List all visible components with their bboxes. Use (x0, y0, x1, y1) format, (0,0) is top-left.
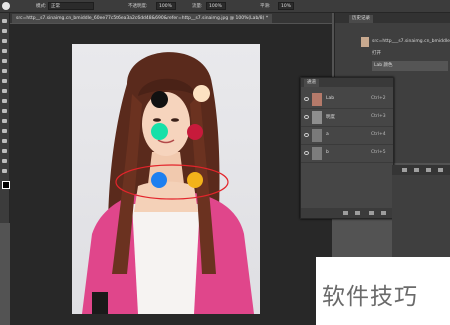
history-item-lab-color[interactable]: Lab 颜色 (372, 61, 448, 71)
history-brush-tool-icon[interactable] (2, 109, 7, 113)
delete-channel-icon[interactable] (381, 211, 386, 215)
mode-label: 模式: (36, 4, 47, 9)
brush-tool-icon[interactable] (2, 2, 10, 10)
stamp-tool-icon[interactable] (2, 99, 7, 103)
eyedropper-tool-icon[interactable] (2, 69, 7, 73)
history-item-open[interactable]: 打开 (372, 49, 381, 59)
marquee-tool-icon[interactable] (2, 29, 7, 33)
load-selection-icon[interactable] (343, 211, 348, 215)
document-tab[interactable]: src=http__s7.sinaimg.cn_bmiddle_60ee77c5… (12, 14, 273, 23)
channel-row-lab[interactable]: Lab Ctrl+2 (301, 91, 393, 109)
flow-label: 流量: (192, 4, 203, 9)
channel-shortcut: Ctrl+3 (371, 114, 386, 119)
eraser-tool-icon[interactable] (2, 119, 7, 123)
opacity-label: 不透明度: (128, 4, 148, 9)
channel-row-b[interactable]: b Ctrl+5 (301, 145, 393, 163)
visibility-eye-icon[interactable] (304, 97, 309, 101)
channel-shortcut: Ctrl+4 (371, 132, 386, 137)
flow-field[interactable]: 100% (206, 2, 226, 10)
channel-shortcut: Ctrl+2 (371, 96, 386, 101)
blur-tool-icon[interactable] (2, 139, 7, 143)
gradient-tool-icon[interactable] (2, 129, 7, 133)
crop-tool-icon[interactable] (2, 59, 7, 63)
lasso-tool-icon[interactable] (2, 39, 7, 43)
link-layers-icon[interactable] (402, 168, 407, 172)
history-snapshot-label[interactable]: src=http___s7.sinaimg.cn_bmiddle (372, 37, 450, 47)
new-group-icon[interactable] (414, 168, 419, 172)
channels-panel-title[interactable]: 通道 (304, 79, 319, 87)
channel-name: Lab (326, 96, 335, 101)
history-panel-title[interactable]: 历史记录 (349, 15, 373, 23)
visibility-eye-icon[interactable] (304, 151, 309, 155)
channel-row-a[interactable]: a Ctrl+4 (301, 127, 393, 145)
channel-shortcut: Ctrl+5 (371, 150, 386, 155)
channel-row-lightness[interactable]: 明度 Ctrl+3 (301, 109, 393, 127)
new-layer-icon[interactable] (426, 168, 431, 172)
healing-tool-icon[interactable] (2, 79, 7, 83)
foreground-color-swatch[interactable] (2, 181, 10, 189)
quick-select-tool-icon[interactable] (2, 49, 7, 53)
channels-panel: 通道 Lab Ctrl+2 明度 Ctrl+3 a Ctrl+4 b Ctrl+… (300, 77, 394, 219)
opacity-field[interactable]: 100% (156, 2, 176, 10)
document-photo[interactable] (72, 44, 260, 314)
toolbox (0, 13, 10, 223)
channel-thumbnail (312, 129, 322, 142)
visibility-eye-icon[interactable] (304, 115, 309, 119)
channel-name: a (326, 132, 329, 137)
layers-panel-toolbar (392, 165, 450, 175)
options-bar: 模式: 正常 不透明度: 100% 流量: 100% 平滑: 10% (0, 0, 450, 13)
channel-name: 明度 (326, 115, 335, 120)
watermark-box: 软件技巧 (316, 257, 450, 325)
red-ellipse-annotation (115, 164, 229, 200)
watermark-text: 软件技巧 (322, 284, 418, 310)
smooth-field[interactable]: 10% (278, 2, 294, 10)
history-panel-header: 历史记录 (335, 13, 450, 23)
channel-thumbnail (312, 147, 322, 160)
channels-panel-header: 通道 (301, 78, 393, 87)
save-selection-icon[interactable] (355, 211, 360, 215)
delete-layer-icon[interactable] (438, 168, 443, 172)
new-channel-icon[interactable] (369, 211, 374, 215)
document-tab-bar: src=http__s7.sinaimg.cn_bmiddle_60ee77c5… (10, 13, 332, 23)
channel-name: b (326, 150, 329, 155)
channel-thumbnail (312, 111, 322, 124)
channel-thumbnail (312, 93, 322, 106)
mode-select[interactable]: 正常 (48, 2, 94, 10)
move-tool-icon[interactable] (2, 19, 7, 23)
text-tool-icon[interactable] (2, 169, 7, 173)
brush-tool-icon[interactable] (2, 89, 7, 93)
history-snapshot-thumbnail (361, 37, 369, 47)
channels-panel-footer (301, 208, 393, 218)
pen-tool-icon[interactable] (2, 159, 7, 163)
visibility-eye-icon[interactable] (304, 133, 309, 137)
smooth-label: 平滑: (260, 4, 271, 9)
dodge-tool-icon[interactable] (2, 149, 7, 153)
